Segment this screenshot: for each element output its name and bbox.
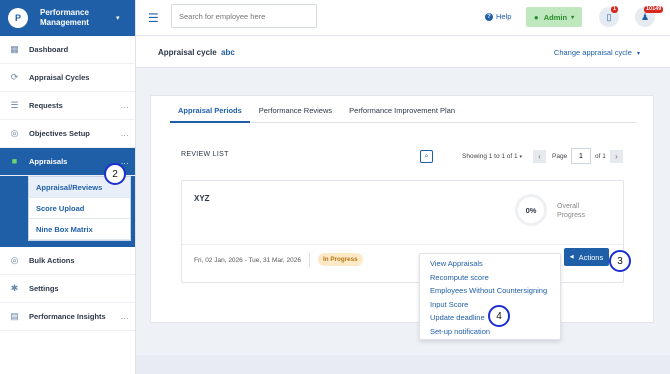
clipboard-icon: ▯: [606, 11, 612, 22]
progress-label: Overall Progress: [557, 203, 586, 219]
list-icon: ☰: [10, 100, 19, 110]
actions-button[interactable]: ◀ Actions: [564, 248, 609, 266]
chevron-down-icon: ▾: [519, 154, 522, 160]
menu-item-setup-notification[interactable]: Set-up notification: [420, 325, 560, 339]
status-badge: In Progress: [318, 253, 363, 266]
progress-ring: 0%: [515, 194, 547, 226]
page-total-label: of 1: [595, 153, 606, 160]
page-label: Page: [552, 153, 568, 160]
sidebar-item-label: Dashboard: [29, 45, 69, 54]
target-icon: ◎: [10, 255, 19, 265]
step-marker-2: 2: [104, 163, 126, 185]
user-icon: ●: [533, 12, 539, 22]
sidebar-item-requests[interactable]: ☰ Requests ...: [0, 92, 135, 120]
step-marker-4: 4: [488, 305, 510, 327]
menu-item-employees-without-countersigning[interactable]: Employees Without Countersigning: [420, 284, 560, 298]
admin-label: Admin: [543, 12, 568, 22]
sidebar-item-label: Performance Insights: [29, 312, 106, 321]
tab-performance-reviews[interactable]: Performance Reviews: [251, 96, 340, 123]
page-footer: [136, 355, 670, 374]
notifications-button[interactable]: ♟ 10149: [635, 6, 664, 27]
tab-appraisal-periods[interactable]: Appraisal Periods: [170, 96, 250, 123]
next-page-button[interactable]: ›: [610, 150, 623, 163]
tab-bar: Appraisal Periods Performance Reviews Pe…: [170, 96, 636, 123]
brand-title: Performance Management: [40, 8, 89, 27]
brand-header[interactable]: P Performance Management ▾: [0, 0, 135, 36]
sidebar-item-bulk-actions[interactable]: ◎ Bulk Actions: [0, 247, 135, 275]
showing-label: Showing 1 to 1 of 1: [462, 153, 518, 160]
top-bar: ☰ ? Help ● Admin ▾ ▯ 1 ♟ 10149: [136, 0, 670, 36]
more-icon[interactable]: ...: [121, 312, 129, 321]
appraisal-cycle-bar: Appraisal cycle abc Change appraisal cyc…: [136, 36, 670, 68]
chevron-down-icon: ▾: [636, 51, 640, 57]
sidebar-item-performance-insights[interactable]: ▤ Performance Insights ...: [0, 303, 135, 331]
page-number-input[interactable]: [571, 148, 591, 164]
showing-dropdown[interactable]: Showing 1 to 1 of 1 ▾: [462, 153, 522, 160]
target-icon: ◎: [10, 128, 19, 138]
search-icon[interactable]: ⌕: [420, 150, 433, 163]
submenu-item-score-upload[interactable]: Score Upload: [29, 198, 130, 219]
cycle-value: abc: [221, 48, 235, 57]
sidebar-item-label: Requests: [29, 101, 63, 110]
sidebar-item-settings[interactable]: ✱ Settings: [0, 275, 135, 303]
chevron-down-icon: ▾: [571, 14, 575, 21]
divider: [309, 253, 310, 267]
sidebar: P Performance Management ▾ ▦ Dashboard ⟳…: [0, 0, 136, 374]
chart-icon: ▤: [10, 311, 19, 321]
tab-performance-improvement-plan[interactable]: Performance Improvement Plan: [341, 96, 463, 123]
actions-dropdown-menu: View Appraisals Recompute score Employee…: [419, 253, 561, 340]
clipboard-button[interactable]: ▯ 1: [599, 6, 619, 27]
actions-label: Actions: [578, 252, 604, 262]
step-marker-3: 3: [609, 250, 631, 272]
more-icon[interactable]: ...: [121, 129, 129, 138]
notifications-badge: 10149: [644, 6, 664, 13]
sidebar-item-label: Settings: [29, 284, 59, 293]
clipboard-badge: 1: [611, 6, 619, 13]
review-name: XYZ: [194, 194, 210, 203]
admin-role-button[interactable]: ● Admin ▾: [526, 7, 582, 27]
cycle-label: Appraisal cycle: [158, 48, 217, 57]
menu-item-view-appraisals[interactable]: View Appraisals: [420, 257, 560, 271]
sidebar-item-appraisal-cycles[interactable]: ⟳ Appraisal Cycles: [0, 64, 135, 92]
prev-page-button[interactable]: ‹: [533, 150, 546, 163]
change-cycle-dropdown[interactable]: Change appraisal cycle ▾: [554, 48, 640, 57]
hamburger-icon[interactable]: ☰: [148, 11, 159, 25]
review-list-title: REVIEW LIST: [181, 151, 229, 158]
gear-icon: ✱: [10, 283, 19, 293]
cycle-icon: ⟳: [10, 72, 19, 82]
review-dates: Fri, 02 Jan, 2026 - Tue, 31 Mar, 2026: [194, 257, 301, 264]
book-icon: ■: [11, 156, 18, 166]
sidebar-item-label: Appraisal Cycles: [29, 73, 90, 82]
appraisal-card: Appraisal Periods Performance Reviews Pe…: [150, 95, 654, 323]
caret-left-icon: ◀: [569, 254, 574, 260]
divider: [182, 244, 623, 245]
sidebar-item-label: Objectives Setup: [29, 129, 90, 138]
help-icon: ?: [485, 12, 493, 21]
sidebar-item-label: Bulk Actions: [29, 256, 75, 265]
menu-item-recompute-score[interactable]: Recompute score: [420, 271, 560, 285]
more-icon[interactable]: ...: [121, 101, 129, 110]
sidebar-item-dashboard[interactable]: ▦ Dashboard: [0, 36, 135, 64]
brand-logo: P: [8, 8, 28, 28]
appraisals-submenu: Appraisal/Reviews Score Upload Nine Box …: [0, 176, 135, 247]
bell-icon: ♟: [640, 11, 650, 22]
change-cycle-label: Change appraisal cycle: [553, 48, 632, 57]
submenu-item-nine-box-matrix[interactable]: Nine Box Matrix: [29, 219, 130, 240]
help-link[interactable]: ? Help: [485, 12, 511, 21]
help-label: Help: [496, 12, 512, 21]
grid-icon: ▦: [10, 44, 19, 54]
employee-search-input[interactable]: [171, 4, 317, 28]
chevron-down-icon[interactable]: ▾: [116, 14, 120, 22]
sidebar-item-label: Appraisals: [29, 157, 68, 166]
sidebar-item-objectives-setup[interactable]: ◎ Objectives Setup ...: [0, 120, 135, 148]
